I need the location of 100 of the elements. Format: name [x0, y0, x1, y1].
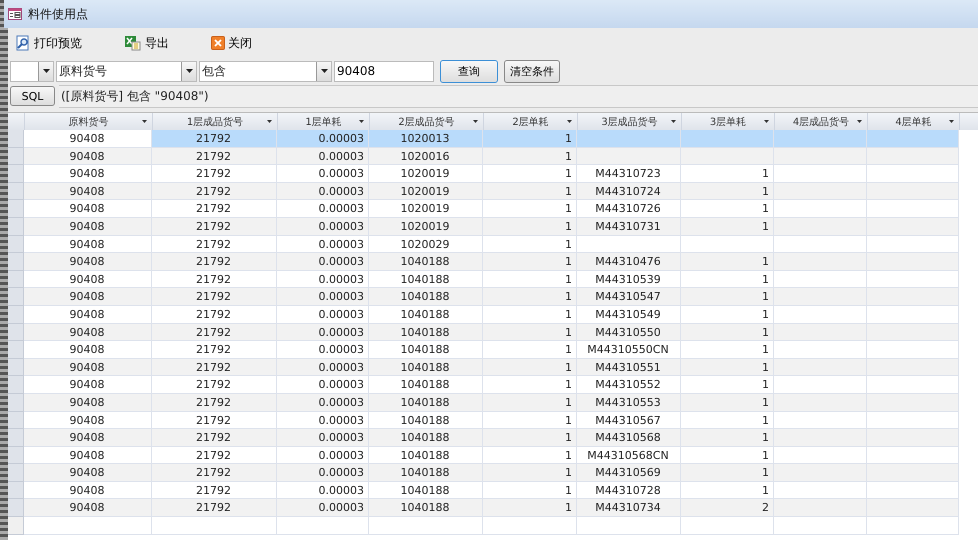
table-cell: 1 — [483, 288, 577, 306]
table-cell: 0.00003 — [277, 253, 369, 271]
record-selector[interactable] — [8, 148, 24, 166]
table-cell: 0.00003 — [277, 394, 369, 412]
new-record-cell[interactable] — [577, 517, 681, 535]
table-cell: 1040188 — [369, 429, 483, 447]
table-cell: 21792 — [152, 306, 277, 324]
table-cell: 90408 — [24, 236, 152, 254]
record-selector[interactable] — [8, 341, 24, 359]
table-cell: 1 — [681, 358, 774, 376]
table-cell: M44310476 — [577, 253, 681, 271]
table-cell: M44310539 — [577, 270, 681, 288]
record-selector[interactable] — [8, 324, 24, 342]
new-record-cell[interactable] — [483, 517, 577, 535]
table-cell: 1040188 — [369, 253, 483, 271]
dropdown-arrow-icon — [320, 69, 328, 73]
table-cell: 0.00003 — [277, 341, 369, 359]
table-cell: 1 — [483, 200, 577, 218]
record-selector[interactable] — [8, 429, 24, 447]
table-cell: 1 — [483, 182, 577, 200]
table-cell: 0.00003 — [277, 482, 369, 500]
table-cell: 1 — [681, 394, 774, 412]
new-record-cell[interactable] — [681, 517, 774, 535]
table-cell: 1 — [483, 482, 577, 500]
sql-button[interactable]: SQL — [10, 86, 55, 106]
new-record-cell[interactable] — [774, 517, 867, 535]
table-cell: M44310547 — [577, 288, 681, 306]
table-cell: 90408 — [24, 341, 152, 359]
record-selector[interactable] — [8, 270, 24, 288]
table-cell: M44310551 — [577, 358, 681, 376]
operator-combo-box[interactable]: 包含 — [199, 60, 332, 82]
field-combo-box[interactable]: 原料货号 — [56, 60, 197, 82]
record-selector[interactable] — [8, 464, 24, 482]
new-record-cell[interactable] — [867, 517, 959, 535]
table-cell: 21792 — [152, 218, 277, 236]
table-cell: 1 — [483, 429, 577, 447]
record-selector[interactable] — [8, 499, 24, 518]
clear-button[interactable]: 清空条件 — [504, 60, 560, 82]
record-selector[interactable] — [8, 376, 24, 394]
table-cell: 1 — [483, 499, 577, 518]
record-selector[interactable] — [8, 358, 24, 376]
record-selector[interactable] — [8, 236, 24, 254]
table-cell: M44310731 — [577, 218, 681, 236]
table-cell: 21792 — [152, 270, 277, 288]
magnifier-page-icon — [15, 35, 31, 51]
export-button[interactable]: 导出 — [122, 32, 171, 54]
close-button[interactable]: 关闭 — [209, 32, 254, 54]
new-record-cell[interactable] — [277, 517, 369, 535]
table-cell: 1 — [483, 165, 577, 183]
table-cell: 1 — [483, 446, 577, 464]
table-cell: 1040188 — [369, 270, 483, 288]
table-cell: 90408 — [24, 446, 152, 464]
dropdown-arrow-icon — [42, 69, 50, 73]
record-selector[interactable] — [8, 165, 24, 183]
table-cell: 1040188 — [369, 464, 483, 482]
table-cell: 90408 — [24, 270, 152, 288]
record-selector[interactable] — [8, 218, 24, 236]
table-cell: 0.00003 — [277, 464, 369, 482]
table-cell: 1040188 — [369, 306, 483, 324]
table-cell: 90408 — [24, 499, 152, 518]
record-selector[interactable] — [8, 288, 24, 306]
table-cell: 21792 — [152, 341, 277, 359]
sort-filter-arrow-icon — [671, 120, 676, 123]
new-record-cell[interactable] — [152, 517, 277, 535]
table-cell: M44310568CN — [577, 446, 681, 464]
table-cell: 1 — [681, 464, 774, 482]
window-title: 料件使用点 — [28, 6, 88, 22]
print-preview-button[interactable]: 打印预览 — [13, 32, 84, 54]
record-selector[interactable] — [8, 200, 24, 218]
table-cell: 90408 — [24, 376, 152, 394]
combo-box[interactable] — [10, 60, 54, 82]
close-icon — [211, 36, 225, 50]
table-cell: 90408 — [24, 130, 152, 148]
table-cell: 21792 — [152, 464, 277, 482]
record-selector[interactable] — [8, 446, 24, 464]
table-cell: 0.00003 — [277, 412, 369, 430]
table-cell: 1 — [681, 288, 774, 306]
table-cell: 21792 — [152, 358, 277, 376]
table-cell: M44310734 — [577, 499, 681, 518]
table-cell: 1 — [483, 270, 577, 288]
record-selector[interactable] — [8, 130, 24, 148]
table-cell: 90408 — [24, 412, 152, 430]
table-cell: 1040188 — [369, 341, 483, 359]
new-record-cell[interactable] — [24, 517, 152, 535]
table-cell: 0.00003 — [277, 165, 369, 183]
record-selector[interactable] — [8, 412, 24, 430]
record-selector[interactable] — [8, 482, 24, 500]
record-selector[interactable] — [8, 253, 24, 271]
record-selector[interactable] — [8, 394, 24, 412]
record-selector[interactable] — [8, 306, 24, 324]
table-cell: 1 — [483, 130, 577, 148]
table-cell: 90408 — [24, 482, 152, 500]
table-cell: 0.00003 — [277, 499, 369, 518]
value-input-field[interactable]: 90408 — [334, 60, 434, 82]
table-cell: M44310550 — [577, 324, 681, 342]
record-selector[interactable] — [8, 182, 24, 200]
new-record-cell[interactable] — [369, 517, 483, 535]
record-selector[interactable] — [8, 517, 24, 535]
table-cell: 90408 — [24, 200, 152, 218]
query-button[interactable]: 查询 — [440, 60, 498, 82]
